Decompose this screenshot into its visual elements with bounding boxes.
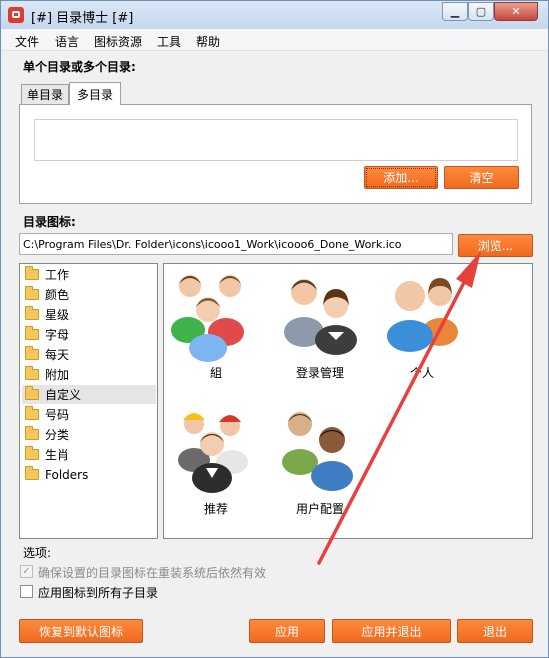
check-mark-icon: ✓ xyxy=(22,566,31,577)
options-label: 选项: xyxy=(23,546,52,560)
apply-subdirs-checkbox[interactable] xyxy=(20,585,33,598)
persist-icon-checkbox[interactable]: ✓ xyxy=(20,565,33,578)
apply-subdirs-label: 应用图标到所有子目录 xyxy=(38,586,159,600)
apply-button[interactable]: 应用 xyxy=(249,619,325,643)
exit-button[interactable]: 退出 xyxy=(457,619,533,643)
apply-exit-button[interactable]: 应用并退出 xyxy=(332,619,451,643)
main-window: [#] 目录博士 [#] ▁ ▢ ✕ 文件 语言 图标资源 工具 帮助 单个目录… xyxy=(0,0,549,658)
tab-multi-dir[interactable]: 多目录 xyxy=(69,82,121,105)
persist-icon-label: 确保设置的目录图标在重装系统后依然有效 xyxy=(38,566,267,580)
restore-default-button[interactable]: 恢复到默认图标 xyxy=(19,619,143,643)
